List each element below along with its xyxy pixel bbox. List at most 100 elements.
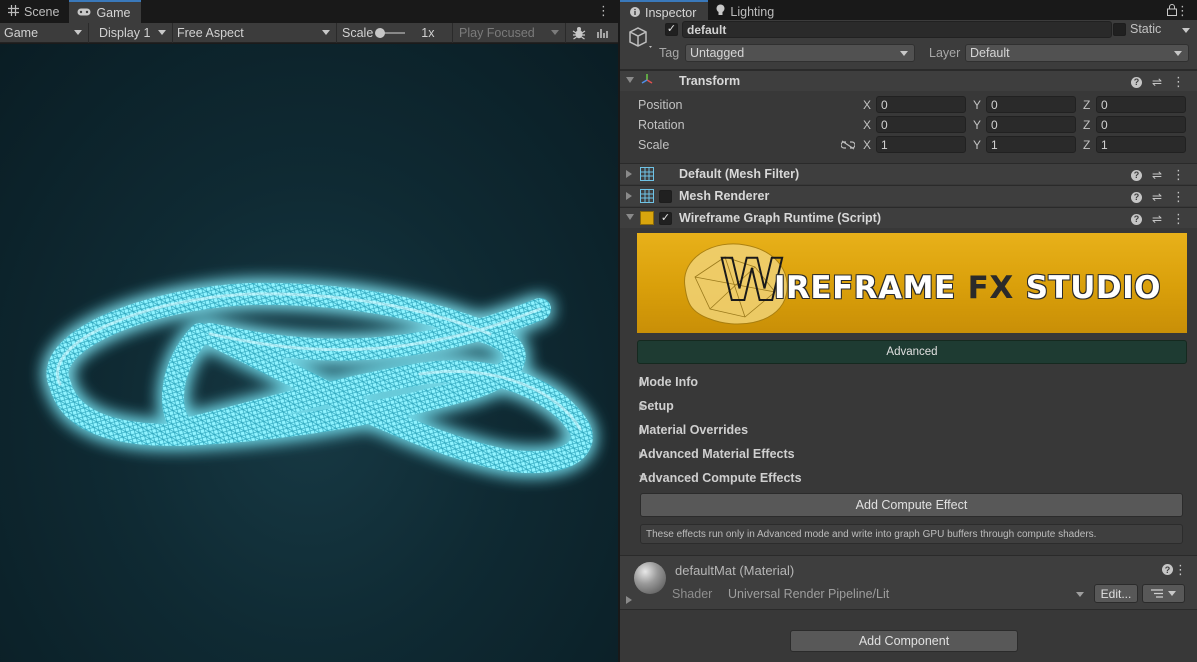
grid-icon (8, 4, 19, 19)
tab-game[interactable]: Game (69, 0, 141, 23)
shader-edit-button[interactable]: Edit... (1094, 584, 1138, 603)
help-icon[interactable]: ? (1130, 191, 1142, 203)
tag-value: Untagged (690, 46, 745, 60)
scale-z-field[interactable]: 1 (1096, 136, 1186, 153)
gameobject-name-field[interactable]: default (682, 21, 1112, 38)
presets-icon[interactable]: ⇌ (1152, 212, 1162, 226)
section-material-overrides[interactable]: Material Overrides (620, 421, 1197, 441)
header-actions: ? ⇌ ⋮ (1130, 74, 1185, 90)
add-compute-effect-button[interactable]: Add Compute Effect (640, 493, 1183, 517)
foldout-arrow-icon[interactable] (626, 192, 632, 200)
help-icon[interactable]: ? (1130, 169, 1142, 181)
script-icon (640, 211, 654, 225)
play-mode-dropdown[interactable]: Play Focused (453, 22, 566, 43)
mesh-renderer-header[interactable]: Mesh Renderer ? ⇌ ⋮ (620, 185, 1197, 206)
tab-scene[interactable]: Scene (0, 0, 69, 23)
rotation-y-field[interactable]: 0 (986, 116, 1076, 133)
rotation-label: Rotation (638, 118, 685, 132)
rotation-z-field[interactable]: 0 (1096, 116, 1186, 133)
foldout-arrow-icon[interactable] (626, 77, 634, 83)
display-value: Display 1 (99, 25, 151, 40)
aspect-dropdown[interactable]: Free Aspect (173, 22, 337, 43)
more-options-icon[interactable]: ⋮ (1172, 167, 1185, 183)
more-options-icon[interactable]: ⋮ (597, 3, 610, 19)
presets-icon[interactable]: ⇌ (1152, 190, 1162, 204)
more-options-icon[interactable]: ⋮ (1172, 189, 1185, 205)
section-advanced-material-effects[interactable]: Advanced Material Effects (620, 445, 1197, 465)
banner-title-part-2: FX (967, 270, 1014, 306)
rotation-x-field[interactable]: 0 (876, 116, 966, 133)
layer-dropdown[interactable]: Default (965, 44, 1189, 62)
tab-lighting-label: Lighting (730, 4, 775, 19)
chevron-down-icon (1168, 591, 1176, 596)
display-mode-value: Game (4, 25, 39, 40)
tag-dropdown[interactable]: Untagged (685, 44, 915, 62)
transform-header[interactable]: Transform ? ⇌ ⋮ (620, 70, 1197, 91)
shader-options-button[interactable] (1142, 584, 1185, 603)
header-actions: ? ⇌ ⋮ (1130, 189, 1185, 205)
add-component-button[interactable]: Add Component (790, 630, 1018, 652)
scale-label: Scale (638, 138, 670, 152)
chevron-down-icon (1076, 591, 1084, 597)
tab-inspector-label: Inspector (645, 5, 697, 20)
layer-label: Layer (929, 46, 961, 60)
inspector-panel: Inspector Lighting ⋮ ✓ default Static Ta… (620, 0, 1197, 662)
game-viewport[interactable] (0, 44, 618, 662)
more-options-icon[interactable]: ⋮ (1174, 562, 1187, 578)
help-icon[interactable]: ? (1162, 564, 1173, 575)
play-mode-value: Play Focused (459, 25, 535, 40)
mesh-renderer-enabled-toggle[interactable] (659, 190, 672, 203)
constrain-proportions-icon[interactable] (840, 139, 856, 153)
game-view-panel: Scene Game ⋮ Game Display 1 Free Aspect … (0, 0, 618, 662)
more-options-icon[interactable]: ⋮ (1176, 3, 1189, 19)
banner-title-part-1: IREFRAME (774, 270, 956, 306)
more-options-icon[interactable]: ⋮ (1172, 211, 1185, 227)
scale-y-field[interactable]: 1 (986, 136, 1076, 153)
presets-icon[interactable]: ⇌ (1152, 75, 1162, 89)
foldout-arrow-icon[interactable] (626, 170, 632, 178)
bug-icon[interactable] (566, 26, 592, 40)
stats-icon[interactable] (592, 27, 612, 39)
foldout-arrow-icon[interactable] (626, 214, 634, 220)
game-toolbar: Game Display 1 Free Aspect Scale 1x Play… (0, 22, 618, 43)
layer-value: Default (970, 46, 1010, 60)
position-y-field[interactable]: 0 (986, 96, 1076, 113)
shader-dropdown[interactable]: Universal Render Pipeline/Lit (723, 585, 1091, 603)
foldout-arrow-icon[interactable] (626, 596, 632, 604)
scale-slider-handle[interactable] (375, 27, 386, 38)
scale-value: 1x (421, 25, 435, 40)
y-axis-label: Y (973, 98, 982, 112)
transform-icon (640, 73, 654, 90)
shader-value: Universal Render Pipeline/Lit (728, 587, 890, 601)
wireframe-knot-render (46, 282, 593, 474)
advanced-mode-button[interactable]: Advanced (637, 340, 1187, 364)
compute-effects-help-box: These effects run only in Advanced mode … (640, 524, 1183, 544)
section-advanced-compute-effects[interactable]: Advanced Compute Effects (620, 469, 1197, 489)
gameobject-icon (626, 24, 654, 55)
header-actions: ? ⇌ ⋮ (1130, 167, 1185, 183)
script-enabled-toggle[interactable]: ✓ (659, 212, 672, 225)
display-mode-dropdown[interactable]: Game (0, 22, 89, 43)
static-toggle[interactable] (1113, 23, 1126, 36)
help-icon[interactable]: ? (1130, 213, 1142, 225)
presets-icon[interactable]: ⇌ (1152, 168, 1162, 182)
banner-title-part-3: STUDIO (1025, 270, 1161, 306)
mesh-filter-header[interactable]: Default (Mesh Filter) ? ⇌ ⋮ (620, 163, 1197, 184)
position-label: Position (638, 98, 683, 112)
gamepad-icon (77, 6, 91, 20)
section-mode-info[interactable]: Mode Info (620, 373, 1197, 393)
more-options-icon[interactable]: ⋮ (1172, 74, 1185, 90)
help-icon[interactable]: ? (1130, 76, 1142, 88)
chevron-down-icon[interactable] (1182, 28, 1190, 33)
position-x-field[interactable]: 0 (876, 96, 966, 113)
wireframe-script-header[interactable]: ✓ Wireframe Graph Runtime (Script) ? ⇌ ⋮ (620, 207, 1197, 228)
chevron-down-icon (322, 30, 330, 35)
active-toggle[interactable]: ✓ (665, 23, 678, 36)
static-label: Static (1130, 22, 1162, 36)
scale-control: Scale 1x (337, 22, 453, 43)
display-dropdown[interactable]: Display 1 (89, 22, 173, 43)
scale-x-field[interactable]: 1 (876, 136, 966, 153)
section-setup[interactable]: Setup (620, 397, 1197, 417)
position-z-field[interactable]: 0 (1096, 96, 1186, 113)
scale-slider[interactable] (375, 27, 406, 38)
